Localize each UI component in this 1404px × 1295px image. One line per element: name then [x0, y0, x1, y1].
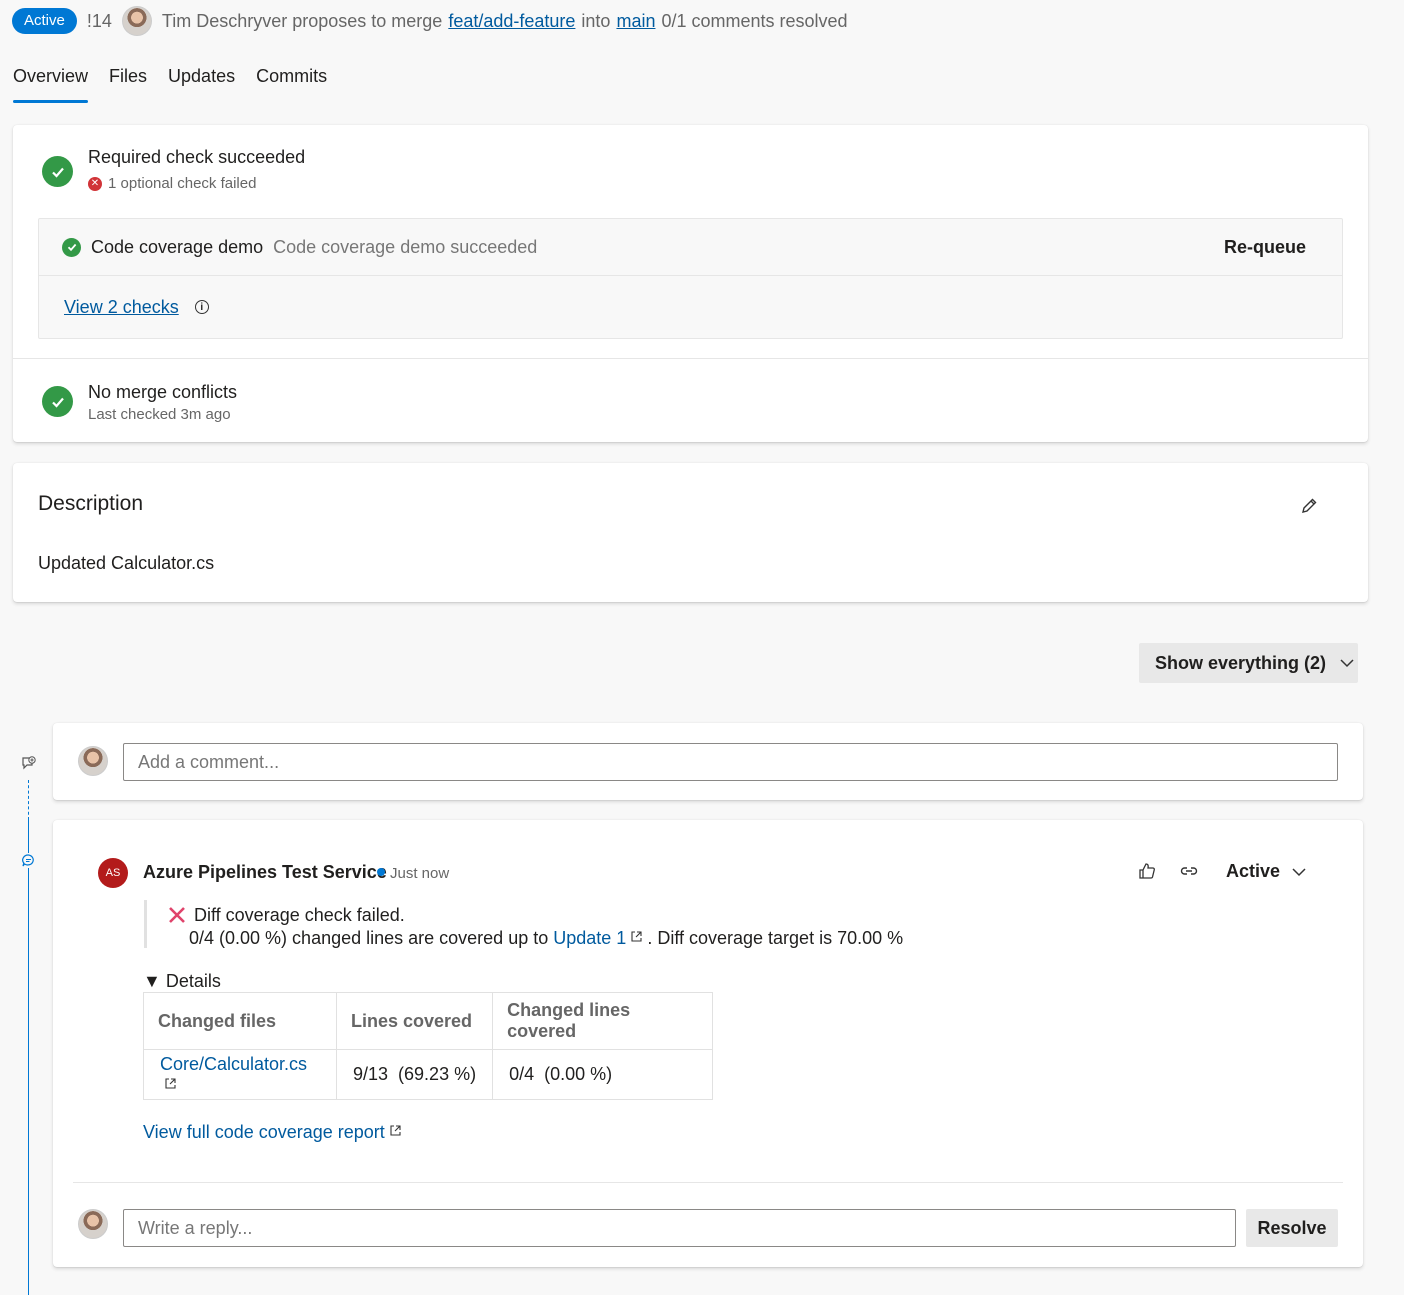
- required-check-title: Required check succeeded: [88, 147, 306, 167]
- thread-status-dropdown[interactable]: Active: [1226, 861, 1306, 882]
- status-card: Required check succeeded ✕ 1 optional ch…: [13, 125, 1368, 442]
- view-checks-row: View 2 checks i: [39, 276, 1342, 338]
- chevron-down-icon: [1340, 659, 1354, 668]
- unread-dot: [377, 868, 385, 876]
- file-link[interactable]: Core/Calculator.cs: [160, 1054, 307, 1074]
- avatar[interactable]: [121, 6, 152, 36]
- link-icon[interactable]: [1179, 861, 1199, 881]
- show-filter-dropdown[interactable]: Show everything (2): [1139, 643, 1358, 683]
- merge-last-checked: Last checked 3m ago: [88, 406, 231, 423]
- tab-commits[interactable]: Commits: [256, 66, 327, 103]
- check-row: Code coverage demo Code coverage demo su…: [39, 219, 1342, 276]
- target-branch-link[interactable]: main: [616, 11, 655, 32]
- description-title: Description: [38, 492, 144, 515]
- pr-header: Active !14 Tim Deschryver proposes to me…: [12, 6, 848, 36]
- comments-resolved: 0/1 comments resolved: [661, 10, 848, 31]
- reply-input[interactable]: [123, 1209, 1236, 1247]
- avatar[interactable]: AS: [98, 858, 128, 888]
- checks-list: Code coverage demo Code coverage demo su…: [38, 218, 1343, 339]
- tab-overview[interactable]: Overview: [13, 66, 89, 103]
- divider: [13, 358, 1368, 359]
- table-header-row: Changed files Lines covered Changed line…: [143, 992, 714, 1050]
- show-filter-label: Show everything (2): [1155, 652, 1327, 673]
- avatar[interactable]: [78, 746, 108, 776]
- full-report-link[interactable]: View full code coverage report: [143, 1122, 406, 1143]
- divider: [73, 1182, 1343, 1183]
- failed-title: Diff coverage check failed.: [194, 905, 405, 925]
- add-comment-card: [53, 723, 1363, 800]
- table-cell: Core/Calculator.cs: [143, 1049, 337, 1100]
- description-card: Description Updated Calculator.cs: [13, 463, 1368, 602]
- view-checks-link[interactable]: View 2 checks: [64, 297, 179, 318]
- check-icon: [42, 156, 73, 187]
- coverage-detail-suffix: . Diff coverage target is 70.00 %: [647, 928, 904, 948]
- check-icon: [42, 386, 73, 417]
- error-icon: ✕: [88, 176, 102, 191]
- chevron-down-icon: [1292, 867, 1306, 876]
- tab-files[interactable]: Files: [109, 66, 147, 103]
- add-comment-icon: [20, 755, 37, 772]
- merge-conflicts-title: No merge conflicts: [88, 382, 238, 402]
- check-status: Code coverage demo succeeded: [273, 236, 538, 257]
- external-link-icon: [631, 931, 642, 942]
- check-icon: [62, 237, 81, 257]
- column-header: Changed files: [143, 992, 337, 1050]
- optional-check-status: ✕ 1 optional check failed: [88, 175, 256, 192]
- avatar[interactable]: [78, 1209, 108, 1239]
- timeline-connector: [28, 780, 29, 820]
- tab-bar: Overview Files Updates Commits: [13, 66, 348, 103]
- info-icon[interactable]: i: [194, 300, 209, 314]
- column-header: Changed lines covered: [492, 992, 714, 1050]
- check-name: Code coverage demo: [91, 236, 264, 257]
- comment-author[interactable]: Azure Pipelines Test Service: [143, 862, 387, 883]
- table-row: Core/Calculator.cs 9/13 (69.23 %) 0/4 (0…: [143, 1049, 714, 1100]
- full-report-label: View full code coverage report: [143, 1122, 385, 1142]
- resolve-button[interactable]: Resolve: [1246, 1209, 1338, 1247]
- thread-status-label: Active: [1226, 861, 1281, 881]
- pr-id: !14: [86, 10, 112, 31]
- comment-input[interactable]: [123, 743, 1338, 781]
- table-cell: 0/4 (0.00 %): [492, 1049, 714, 1100]
- column-header: Lines covered: [335, 992, 494, 1050]
- coverage-detail: 0/4 (0.00 %) changed lines are covered u…: [189, 928, 903, 949]
- description-text: Updated Calculator.cs: [38, 553, 215, 573]
- coverage-detail-prefix: 0/4 (0.00 %) changed lines are covered u…: [189, 928, 549, 948]
- timeline-line: [28, 820, 29, 1295]
- proposal-text: Tim Deschryver proposes to merge: [161, 10, 443, 31]
- coverage-table: Changed files Lines covered Changed line…: [143, 992, 714, 1100]
- requeue-button[interactable]: Re-queue: [1224, 237, 1306, 258]
- error-icon: [169, 907, 185, 923]
- edit-icon[interactable]: [1299, 496, 1319, 516]
- source-branch-link[interactable]: feat/add-feature: [448, 11, 575, 32]
- status-badge[interactable]: Active: [12, 8, 77, 34]
- into-text: into: [581, 10, 611, 31]
- update-link[interactable]: Update 1: [553, 928, 626, 948]
- comment-icon: [21, 853, 36, 868]
- table-cell: 9/13 (69.23 %): [335, 1049, 494, 1100]
- details-toggle[interactable]: ▼ Details: [143, 971, 221, 992]
- external-link-icon: [390, 1125, 401, 1136]
- external-link-icon: [165, 1077, 176, 1089]
- like-icon[interactable]: [1137, 861, 1157, 881]
- comment-time: Just now: [390, 865, 450, 882]
- tab-updates[interactable]: Updates: [168, 66, 235, 103]
- optional-check-label: 1 optional check failed: [108, 175, 257, 192]
- comment-thread: AS Azure Pipelines Test Service Just now…: [53, 820, 1363, 1267]
